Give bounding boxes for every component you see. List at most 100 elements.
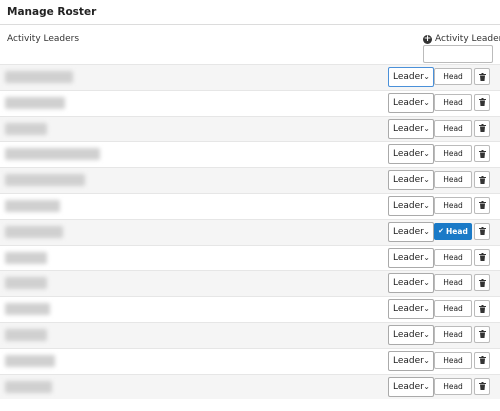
role-select[interactable]: Leader ⌄	[388, 144, 434, 165]
delete-button[interactable]	[474, 68, 490, 85]
role-select[interactable]: Leader ⌄	[388, 118, 434, 139]
delete-button[interactable]	[474, 145, 490, 163]
member-name-redacted	[5, 380, 52, 393]
chevron-down-icon: ⌄	[423, 72, 430, 81]
delete-button[interactable]	[474, 196, 490, 214]
chevron-down-icon: ⌄	[423, 226, 430, 236]
head-button[interactable]: Head	[434, 274, 472, 292]
trash-icon	[478, 330, 486, 339]
section-label: Activity Leaders	[7, 34, 80, 44]
delete-button[interactable]	[474, 222, 490, 240]
delete-button[interactable]	[474, 119, 490, 137]
head-button[interactable]: Head	[434, 325, 472, 343]
head-button[interactable]: Head	[434, 68, 472, 85]
head-button[interactable]: Head	[434, 351, 472, 369]
head-button[interactable]: Head	[434, 196, 472, 214]
roster-row: Leader ⌄ Head	[0, 321, 500, 348]
head-button[interactable]: Head	[434, 93, 472, 111]
head-button-label: Head	[443, 304, 463, 314]
member-name-redacted	[5, 199, 60, 212]
trash-icon	[478, 382, 486, 391]
add-activity-leaders-label: Activity Leaders	[435, 34, 500, 44]
member-name-redacted	[5, 251, 47, 264]
delete-button[interactable]	[474, 274, 490, 292]
roster-row: Leader ⌄ Head	[0, 270, 500, 297]
head-button[interactable]: Head	[434, 145, 472, 163]
trash-icon	[478, 201, 486, 210]
panel-header: Manage Roster	[0, 0, 500, 25]
delete-button[interactable]	[474, 300, 490, 318]
trash-icon	[478, 149, 486, 158]
chevron-down-icon: ⌄	[423, 304, 430, 314]
trash-icon	[478, 124, 486, 133]
head-button[interactable]: Head	[434, 300, 472, 318]
head-button-label: Head	[443, 175, 463, 185]
role-select[interactable]: Leader ⌄	[388, 273, 434, 294]
member-name-redacted	[5, 148, 100, 161]
delete-button[interactable]	[474, 171, 490, 189]
delete-button[interactable]	[474, 325, 490, 343]
roster-row: Leader ⌄ Head	[0, 192, 500, 219]
role-select-value: Leader	[393, 355, 424, 366]
member-name-redacted	[5, 122, 47, 135]
delete-button[interactable]	[474, 377, 490, 395]
head-button[interactable]: ✔ Head	[434, 222, 472, 240]
chevron-down-icon: ⌄	[423, 175, 430, 185]
add-leader-input[interactable]	[423, 45, 493, 63]
member-name-redacted	[5, 303, 50, 316]
roster-row: Leader ⌄ ✔ Head	[0, 218, 500, 245]
role-select[interactable]: Leader ⌄	[388, 195, 434, 216]
head-button-label: Head	[443, 329, 463, 339]
member-name-redacted	[5, 71, 73, 83]
trash-icon	[478, 175, 486, 184]
roster-row: Leader ⌄ Head	[0, 167, 500, 193]
role-select-value: Leader	[393, 97, 424, 108]
chevron-down-icon: ⌄	[423, 252, 430, 262]
role-select[interactable]: Leader ⌄	[388, 299, 434, 320]
role-select[interactable]: Leader ⌄	[388, 92, 434, 113]
add-activity-leaders-button[interactable]: + Activity Leaders	[423, 34, 500, 44]
head-button-label: Head	[443, 355, 463, 365]
trash-icon	[478, 253, 486, 262]
roster-row: Leader ⌄ Head	[0, 115, 500, 142]
member-name-redacted	[5, 277, 47, 290]
delete-button[interactable]	[474, 248, 490, 266]
plus-circle-icon: +	[423, 33, 432, 44]
head-button-label: Head	[443, 252, 463, 262]
role-select-value: Leader	[393, 175, 424, 186]
head-button[interactable]: Head	[434, 248, 472, 266]
role-select[interactable]: Leader ⌄	[388, 247, 434, 268]
member-name-redacted	[5, 328, 47, 341]
role-select[interactable]: Leader ⌄	[388, 376, 434, 397]
role-select[interactable]: Leader ⌄	[388, 221, 434, 242]
roster-row: Leader ⌄ Head	[0, 244, 500, 271]
role-select-value: Leader	[393, 381, 424, 392]
head-button-label: Head	[443, 381, 463, 391]
role-select-value: Leader	[393, 123, 424, 134]
role-select-value: Leader	[393, 149, 424, 160]
roster-row: Leader ⌄ Head	[0, 373, 500, 400]
chevron-down-icon: ⌄	[423, 123, 430, 133]
role-select[interactable]: Leader ⌄	[388, 67, 434, 87]
role-select[interactable]: Leader ⌄	[388, 350, 434, 371]
head-button-label: Head	[443, 72, 463, 81]
member-name-redacted	[5, 225, 63, 238]
role-select-value: Leader	[393, 72, 424, 82]
head-button-label: Head	[443, 123, 463, 133]
role-select[interactable]: Leader ⌄	[388, 170, 434, 191]
chevron-down-icon: ⌄	[423, 329, 430, 339]
head-button[interactable]: Head	[434, 377, 472, 395]
head-button-label: Head	[446, 226, 468, 236]
delete-button[interactable]	[474, 93, 490, 111]
chevron-down-icon: ⌄	[423, 278, 430, 288]
trash-icon	[478, 72, 486, 81]
roster-row: Leader ⌄ Head	[0, 296, 500, 322]
role-select[interactable]: Leader ⌄	[388, 324, 434, 345]
chevron-down-icon: ⌄	[423, 381, 430, 391]
trash-icon	[478, 304, 486, 313]
head-button[interactable]: Head	[434, 171, 472, 189]
delete-button[interactable]	[474, 351, 490, 369]
chevron-down-icon: ⌄	[423, 97, 430, 107]
head-button[interactable]: Head	[434, 119, 472, 137]
trash-icon	[478, 227, 486, 236]
